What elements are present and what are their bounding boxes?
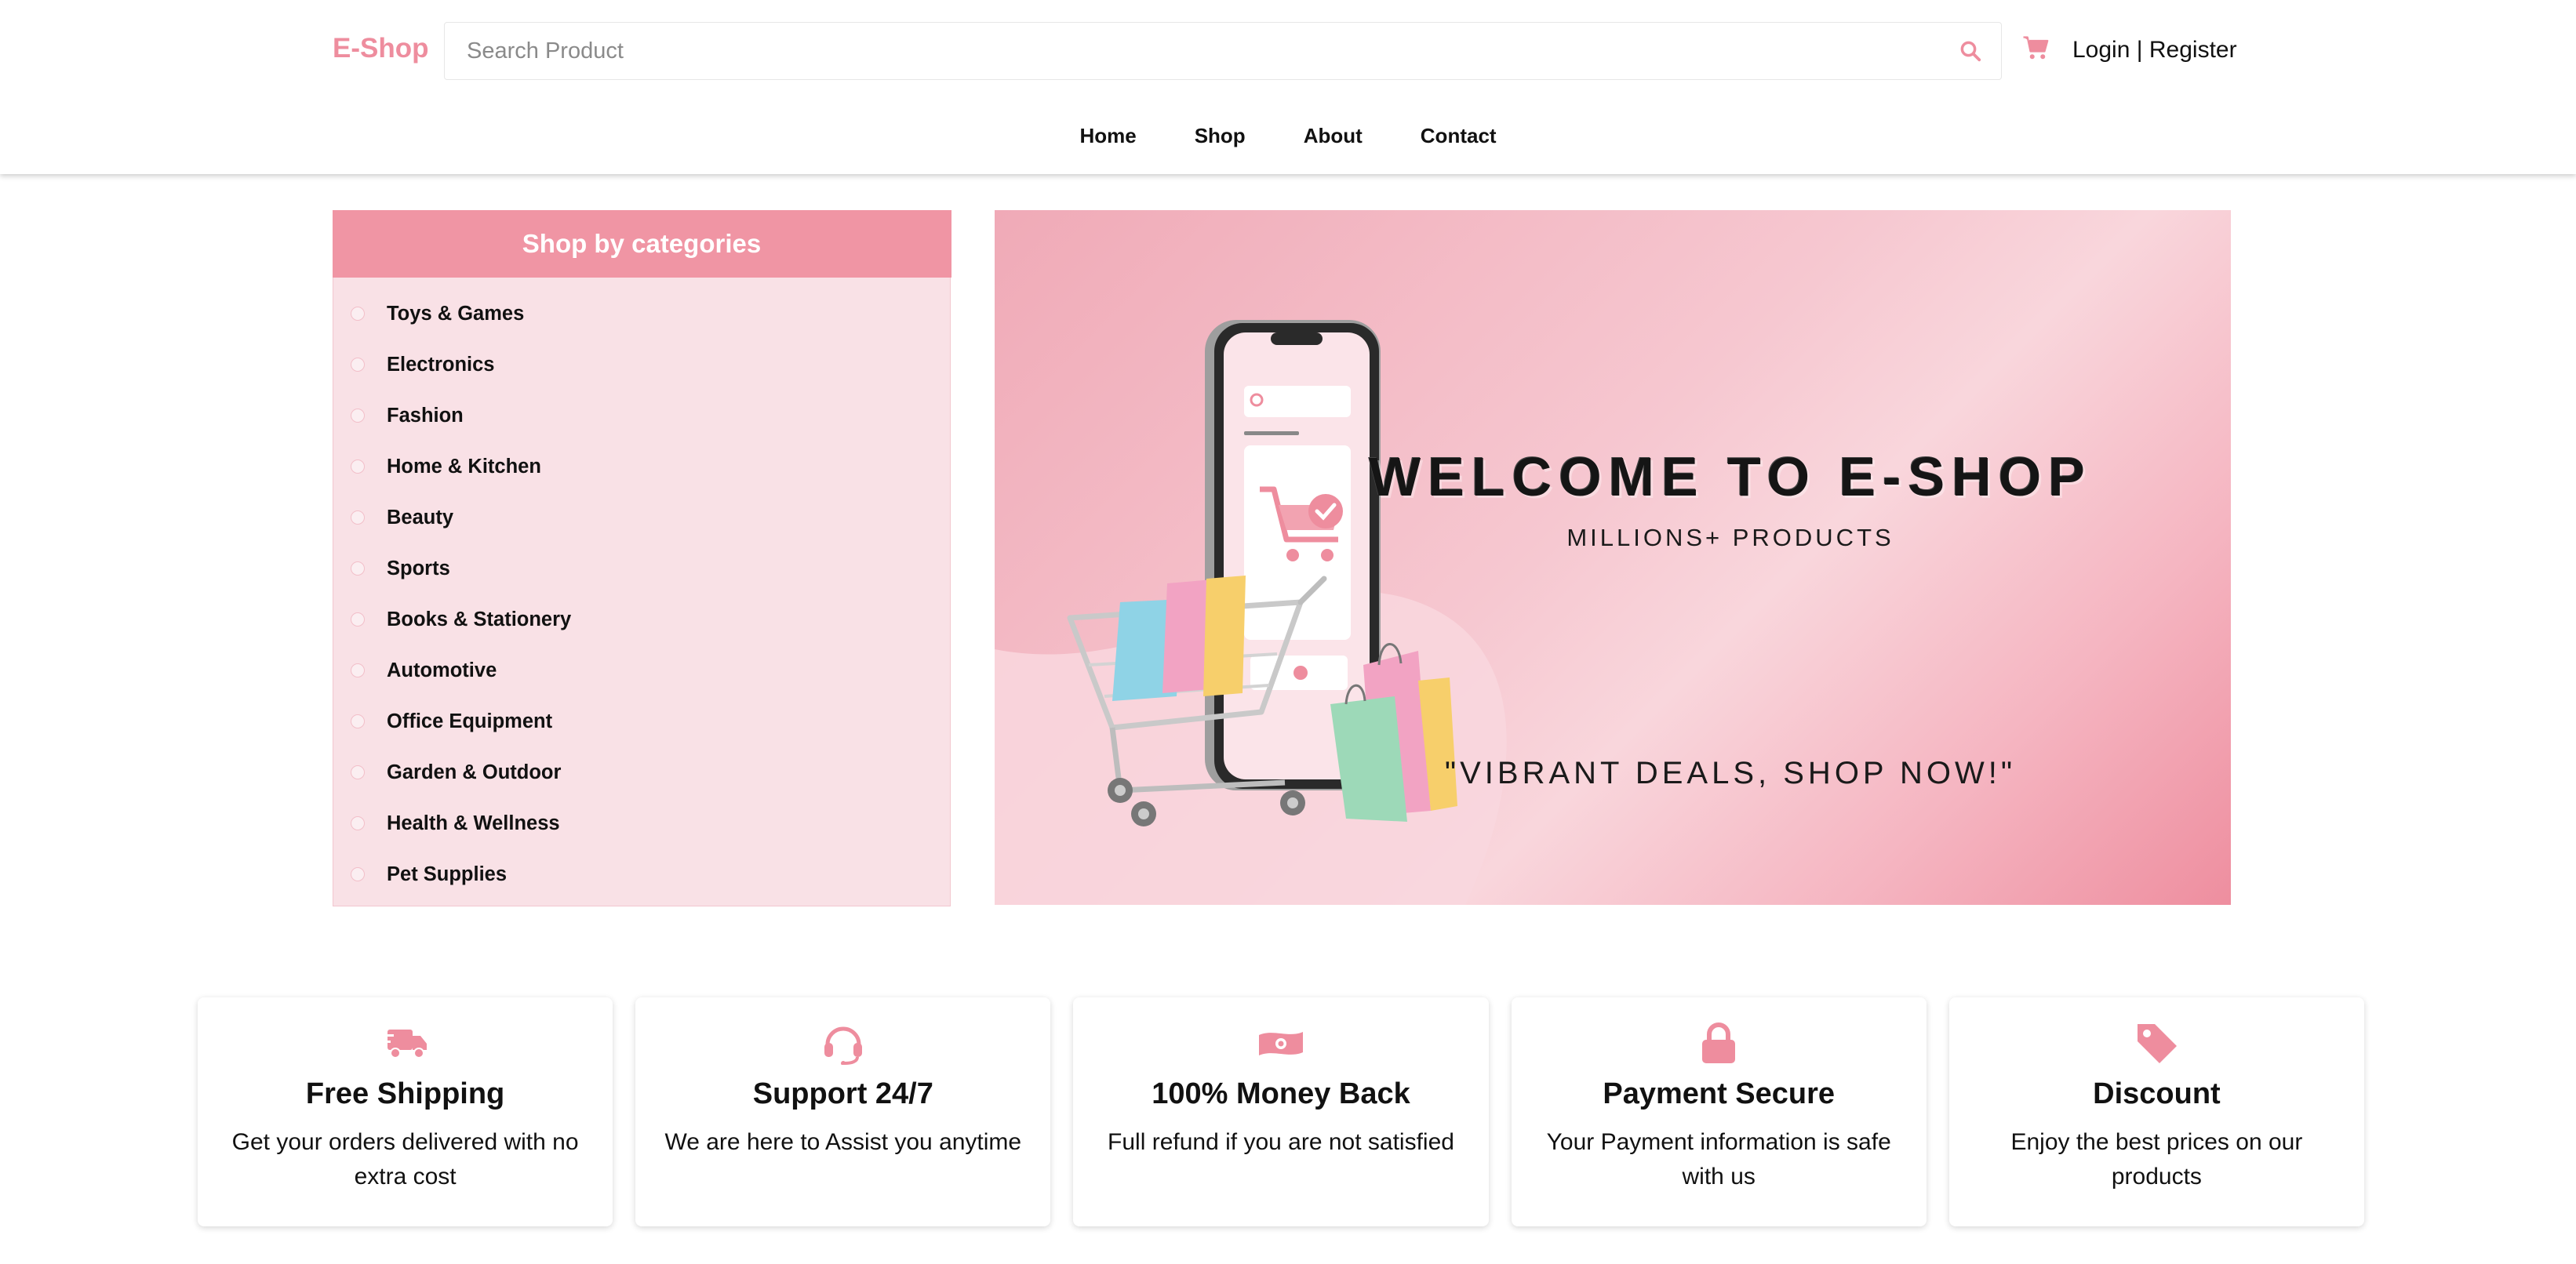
category-radio[interactable] (351, 663, 365, 677)
hero-banner[interactable]: WELCOME TO E-SHOP MILLIONS+ PRODUCTS "VI… (995, 210, 2231, 905)
feature-card: 100% Money Back Full refund if you are n… (1073, 997, 1489, 1226)
cart-button[interactable] (2022, 35, 2054, 66)
auth-links: Login | Register (2072, 37, 2237, 64)
category-item[interactable]: Books & Stationery (333, 594, 950, 645)
headset-icon (824, 1026, 862, 1065)
register-link[interactable]: Register (2149, 37, 2237, 63)
category-label: Health & Wellness (387, 812, 560, 834)
category-item[interactable]: Beauty (333, 492, 950, 543)
category-label: Electronics (387, 353, 495, 376)
feature-card: Free Shipping Get your orders delivered … (198, 997, 613, 1226)
search-button[interactable] (1940, 23, 2001, 79)
feature-desc: Your Payment information is safe with us (1546, 1129, 1891, 1190)
truck-icon (382, 1030, 427, 1059)
tag-icon (2138, 1024, 2178, 1063)
category-item[interactable]: Automotive (333, 645, 950, 696)
category-item[interactable]: Pet Supplies (333, 849, 950, 900)
category-radio[interactable] (351, 816, 365, 830)
phone-cart-illustration (995, 320, 1507, 905)
banner-tagline: "VIBRANT DEALS, SHOP NOW!" (1444, 756, 2017, 790)
feature-card: Support 24/7 We are here to Assist you a… (635, 997, 1051, 1226)
search-input[interactable] (445, 23, 1940, 79)
category-item[interactable]: Home & Kitchen (333, 441, 950, 492)
feature-desc: Full refund if you are not satisfied (1108, 1129, 1454, 1155)
feature-title: Payment Secure (1603, 1077, 1836, 1110)
cart-icon (2023, 36, 2049, 60)
category-radio[interactable] (351, 714, 365, 728)
category-item[interactable]: Garden & Outdoor (333, 747, 950, 798)
category-radio[interactable] (351, 459, 365, 474)
category-radio[interactable] (351, 867, 365, 881)
category-radio[interactable] (351, 358, 365, 372)
login-link[interactable]: Login (2072, 37, 2130, 63)
category-item[interactable]: Fashion (333, 390, 950, 441)
category-panel: Shop by categories Toys & Games Electron… (332, 209, 951, 906)
main-nav: Home Shop About Contact (0, 124, 2576, 148)
category-item[interactable]: Office Equipment (333, 696, 950, 747)
search-bar (444, 22, 2002, 80)
category-item[interactable]: Electronics (333, 340, 950, 390)
category-item[interactable]: Health & Wellness (333, 798, 950, 849)
nav-home[interactable]: Home (1079, 124, 1136, 148)
category-item[interactable]: Toys & Games (333, 289, 950, 340)
feature-desc: Get your orders delivered with no extra … (231, 1129, 579, 1190)
category-radio[interactable] (351, 409, 365, 423)
feature-desc: We are here to Assist you anytime (664, 1129, 1022, 1155)
feature-card: Payment Secure Your Payment information … (1511, 997, 1927, 1226)
site-header: E-Shop Login | Register Home Shop About … (0, 0, 2576, 174)
banner-subtitle: MILLIONS+ PRODUCTS (1566, 524, 1894, 551)
category-item[interactable]: Sports (333, 543, 950, 594)
category-list: Toys & Games Electronics Fashion Home & … (333, 278, 950, 900)
category-radio[interactable] (351, 561, 365, 576)
feature-title: Free Shipping (305, 1077, 505, 1110)
feature-desc: Enjoy the best prices on our products (2010, 1129, 2303, 1190)
category-label: Fashion (387, 404, 464, 427)
category-radio[interactable] (351, 612, 365, 627)
category-label: Garden & Outdoor (387, 761, 562, 783)
category-label: Pet Supplies (387, 863, 508, 885)
nav-shop[interactable]: Shop (1195, 124, 1246, 148)
category-radio[interactable] (351, 765, 365, 779)
category-label: Automotive (387, 659, 497, 681)
nav-about[interactable]: About (1304, 124, 1363, 148)
category-radio[interactable] (351, 510, 365, 525)
feature-card: Discount Enjoy the best prices on our pr… (1948, 997, 2365, 1226)
site-logo[interactable]: E-Shop (333, 33, 428, 64)
features-row: Free Shipping Get your orders delivered … (198, 997, 2365, 1226)
lock-icon (1702, 1022, 1736, 1063)
category-label: Toys & Games (387, 302, 525, 325)
category-label: Home & Kitchen (387, 455, 541, 478)
feature-title: Support 24/7 (752, 1077, 933, 1110)
feature-title: 100% Money Back (1152, 1077, 1410, 1110)
category-label: Office Equipment (387, 710, 553, 732)
banner-title: WELCOME TO E-SHOP (1369, 446, 2092, 507)
category-label: Books & Stationery (387, 608, 572, 630)
auth-separator: | (2130, 37, 2149, 63)
category-panel-title: Shop by categories (332, 209, 951, 278)
category-radio[interactable] (351, 307, 365, 321)
category-label: Sports (387, 557, 450, 579)
feature-title: Discount (2093, 1077, 2221, 1110)
money-icon (1259, 1032, 1303, 1055)
search-icon (1960, 41, 1981, 62)
nav-contact[interactable]: Contact (1421, 124, 1497, 148)
category-label: Beauty (387, 506, 454, 528)
